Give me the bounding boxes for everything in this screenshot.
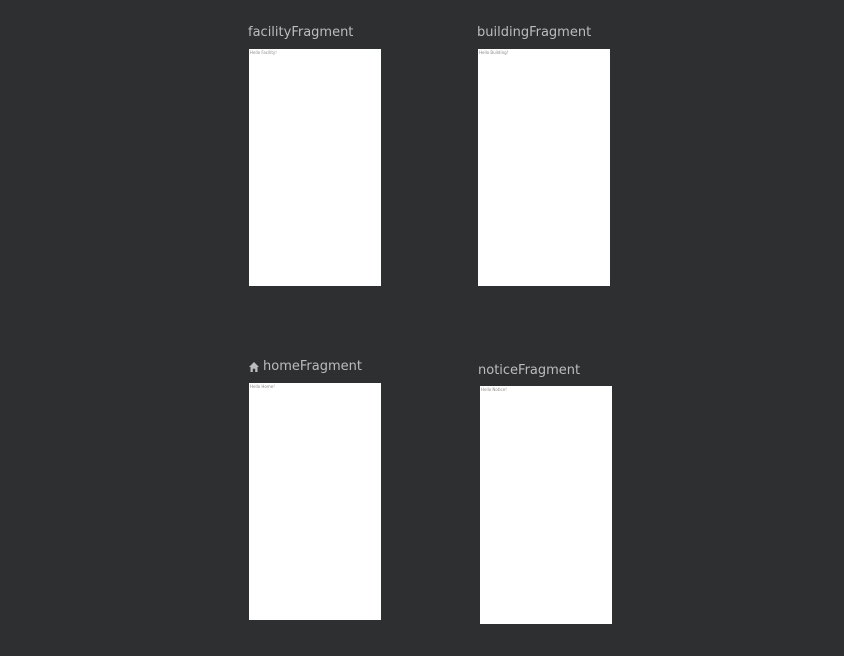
preview-hello-text: Hello Notice! xyxy=(481,387,507,392)
destination-title: homeFragment xyxy=(248,359,362,375)
home-icon xyxy=(248,361,260,373)
destination-title: buildingFragment xyxy=(477,25,591,41)
destination-title: noticeFragment xyxy=(478,363,580,379)
destination-title-label: homeFragment xyxy=(263,359,362,374)
destination-title-label: buildingFragment xyxy=(477,25,592,40)
destination-title: facilityFragment xyxy=(248,25,353,41)
preview-hello-text: Hello Home! xyxy=(250,384,275,389)
destination-preview[interactable]: Hello Building! xyxy=(478,49,610,286)
preview-hello-text: Hello Building! xyxy=(479,50,509,55)
preview-hello-text: Hello Facility! xyxy=(250,50,277,55)
destination-preview[interactable]: Hello Notice! xyxy=(480,386,612,624)
destination-title-label: noticeFragment xyxy=(478,363,581,378)
destination-preview[interactable]: Hello Facility! xyxy=(249,49,381,286)
destination-preview[interactable]: Hello Home! xyxy=(249,383,381,620)
destination-title-label: facilityFragment xyxy=(248,25,354,40)
